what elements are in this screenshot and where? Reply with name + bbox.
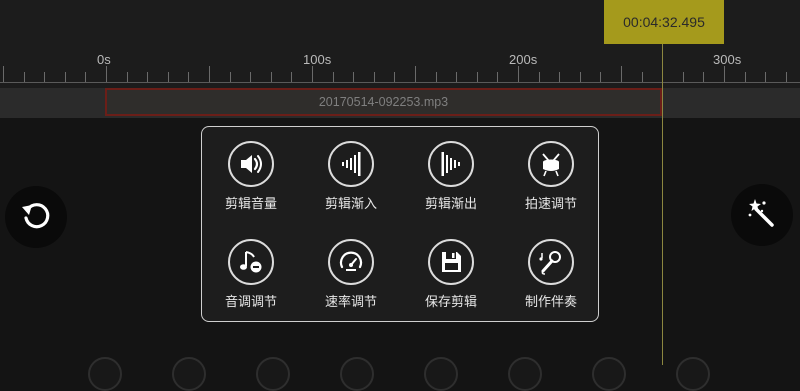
ruler-major-tick bbox=[518, 66, 519, 82]
bottom-toolbar-button[interactable] bbox=[676, 357, 710, 391]
undo-icon bbox=[18, 197, 54, 237]
ruler-minor-tick bbox=[580, 72, 581, 82]
menu-item-label: 保存剪辑 bbox=[424, 295, 477, 310]
ruler-minor-tick bbox=[765, 72, 766, 82]
ruler-minor-tick bbox=[642, 72, 643, 82]
ruler-major-tick bbox=[209, 66, 210, 82]
ruler-major-tick bbox=[312, 66, 313, 82]
ruler-label-300: 300s bbox=[713, 52, 742, 67]
ruler-minor-tick bbox=[683, 72, 684, 82]
ruler-major-tick bbox=[415, 66, 416, 82]
edit-menu-panel: 剪辑音量 剪辑渐入 剪辑渐出 拍速调节 音调调节 速率调节 保存剪辑 制作伴奏 bbox=[201, 126, 599, 322]
ruler-minor-tick bbox=[127, 72, 128, 82]
menu-item-fade-out[interactable]: 剪辑渐出 bbox=[406, 141, 496, 221]
bottom-toolbar-button[interactable] bbox=[172, 357, 206, 391]
magic-wand-button[interactable] bbox=[731, 184, 793, 246]
ruler-minor-tick bbox=[497, 72, 498, 82]
ruler-major-tick bbox=[106, 66, 107, 82]
undo-button[interactable] bbox=[5, 186, 67, 248]
ruler-minor-tick bbox=[456, 72, 457, 82]
ruler-minor-tick bbox=[333, 72, 334, 82]
playhead-line[interactable] bbox=[662, 44, 663, 365]
drum-icon bbox=[528, 141, 574, 187]
ruler-minor-tick bbox=[786, 72, 787, 82]
volume-icon bbox=[228, 141, 274, 187]
ruler-minor-tick bbox=[188, 72, 189, 82]
menu-item-label: 剪辑渐入 bbox=[324, 197, 377, 212]
bottom-toolbar-button[interactable] bbox=[424, 357, 458, 391]
ruler-minor-tick bbox=[477, 72, 478, 82]
menu-item-label: 剪辑渐出 bbox=[424, 197, 477, 212]
bottom-toolbar-button[interactable] bbox=[340, 357, 374, 391]
ruler-label-0: 0s bbox=[97, 52, 111, 67]
save-icon bbox=[428, 239, 474, 285]
menu-item-make-accompaniment[interactable]: 制作伴奏 bbox=[506, 239, 596, 319]
bottom-toolbar-button[interactable] bbox=[508, 357, 542, 391]
bottom-toolbar-button[interactable] bbox=[256, 357, 290, 391]
ruler-minor-tick bbox=[353, 72, 354, 82]
fade-in-icon bbox=[328, 141, 374, 187]
ruler-minor-tick bbox=[703, 72, 704, 82]
ruler-label-200: 200s bbox=[509, 52, 538, 67]
ruler-minor-tick bbox=[291, 72, 292, 82]
ruler-minor-tick bbox=[745, 72, 746, 82]
ruler-minor-tick bbox=[85, 72, 86, 82]
menu-item-label: 剪辑音量 bbox=[224, 197, 277, 212]
menu-item-tempo[interactable]: 拍速调节 bbox=[506, 141, 596, 221]
ruler-minor-tick bbox=[24, 72, 25, 82]
ruler-minor-tick bbox=[168, 72, 169, 82]
ruler-label-100: 100s bbox=[303, 52, 332, 67]
menu-item-label: 拍速调节 bbox=[524, 197, 577, 212]
menu-item-speed[interactable]: 速率调节 bbox=[306, 239, 396, 319]
menu-item-save-clip[interactable]: 保存剪辑 bbox=[406, 239, 496, 319]
ruler-minor-tick bbox=[65, 72, 66, 82]
magic-wand-icon bbox=[746, 197, 778, 233]
ruler-minor-tick bbox=[436, 72, 437, 82]
ruler-major-tick bbox=[621, 66, 622, 82]
menu-item-clip-volume[interactable]: 剪辑音量 bbox=[206, 141, 296, 221]
ruler-minor-tick bbox=[271, 72, 272, 82]
menu-item-label: 速率调节 bbox=[324, 295, 377, 310]
ruler-minor-tick bbox=[44, 72, 45, 82]
bottom-toolbar-button[interactable] bbox=[592, 357, 626, 391]
ruler-minor-tick bbox=[559, 72, 560, 82]
menu-item-label: 音调调节 bbox=[224, 295, 277, 310]
microphone-icon bbox=[528, 239, 574, 285]
ruler-minor-tick bbox=[250, 72, 251, 82]
menu-item-label: 制作伴奏 bbox=[524, 295, 577, 310]
ruler-major-tick bbox=[3, 66, 4, 82]
ruler-minor-tick bbox=[600, 72, 601, 82]
bottom-toolbar-button[interactable] bbox=[88, 357, 122, 391]
ruler-minor-tick bbox=[539, 72, 540, 82]
ruler-minor-tick bbox=[374, 72, 375, 82]
pitch-icon bbox=[228, 239, 274, 285]
menu-item-pitch[interactable]: 音调调节 bbox=[206, 239, 296, 319]
fade-out-icon bbox=[428, 141, 474, 187]
ruler-major-tick bbox=[724, 66, 725, 82]
audio-clip[interactable]: 20170514-092253.mp3 bbox=[105, 88, 662, 116]
speedometer-icon bbox=[328, 239, 374, 285]
ruler-minor-tick bbox=[147, 72, 148, 82]
ruler-minor-tick bbox=[230, 72, 231, 82]
ruler-baseline bbox=[0, 82, 800, 83]
current-time-badge[interactable]: 00:04:32.495 bbox=[604, 0, 724, 44]
ruler-minor-tick bbox=[394, 72, 395, 82]
menu-item-fade-in[interactable]: 剪辑渐入 bbox=[306, 141, 396, 221]
